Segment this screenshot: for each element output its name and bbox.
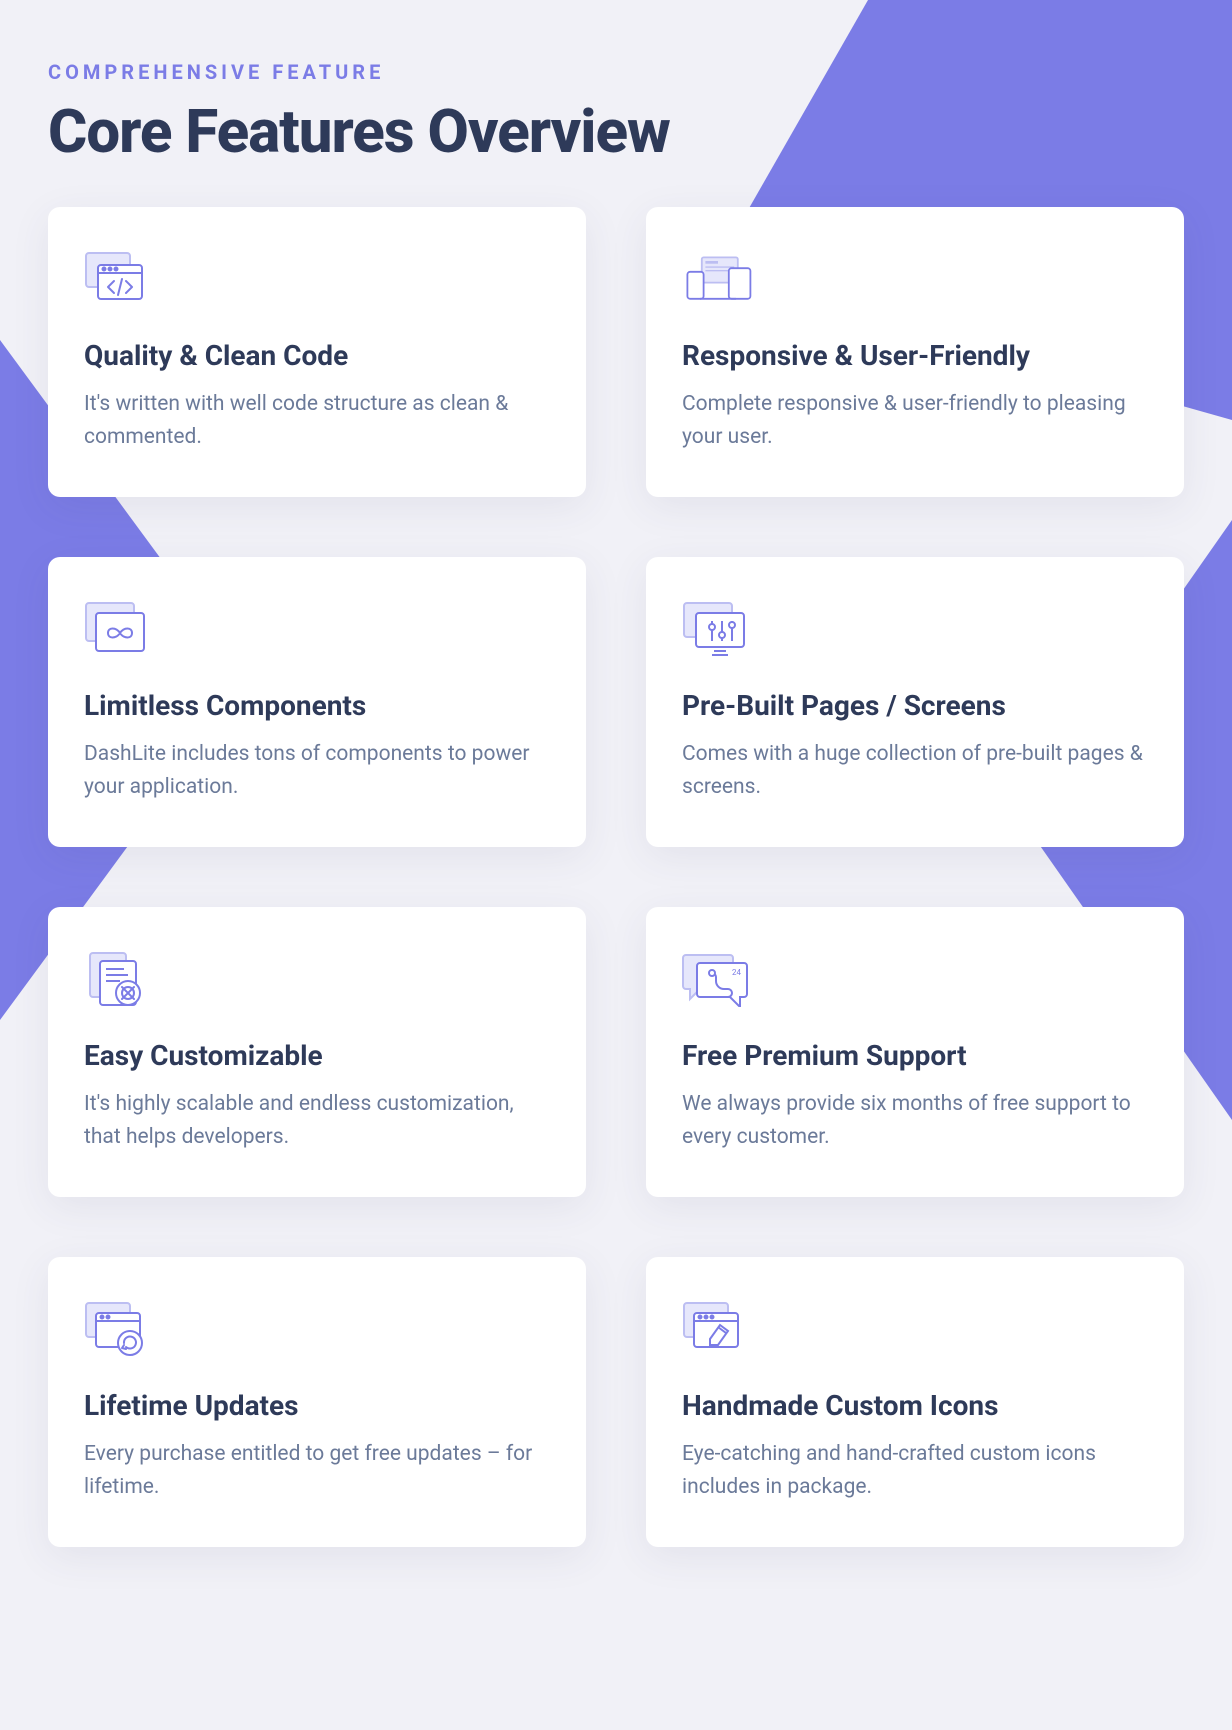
feature-title: Easy Customizable — [84, 1039, 550, 1072]
content: COMPREHENSIVE FEATURE Core Features Over… — [0, 0, 1232, 1595]
feature-title: Free Premium Support — [682, 1039, 1148, 1072]
code-window-icon — [84, 247, 550, 311]
feature-card: Quality & Clean Code It's written with w… — [48, 207, 586, 497]
feature-desc: Eye-catching and hand-crafted custom ico… — [682, 1438, 1148, 1503]
responsive-icon — [682, 247, 1148, 311]
feature-title: Lifetime Updates — [84, 1389, 550, 1422]
feature-desc: We always provide six months of free sup… — [682, 1088, 1148, 1153]
feature-title: Limitless Components — [84, 689, 550, 722]
refresh-icon — [84, 1297, 550, 1361]
infinity-icon — [84, 597, 550, 661]
svg-text:24: 24 — [732, 968, 741, 977]
feature-desc: It's written with well code structure as… — [84, 388, 550, 453]
pen-icon — [682, 1297, 1148, 1361]
feature-desc: Every purchase entitled to get free upda… — [84, 1438, 550, 1503]
customize-icon — [84, 947, 550, 1011]
feature-card: Responsive & User-Friendly Complete resp… — [646, 207, 1184, 497]
feature-card: Limitless Components DashLite includes t… — [48, 557, 586, 847]
section-title: Core Features Overview — [48, 96, 1184, 167]
feature-desc: Comes with a huge collection of pre-buil… — [682, 738, 1148, 803]
feature-card: Handmade Custom Icons Eye-catching and h… — [646, 1257, 1184, 1547]
feature-desc: DashLite includes tons of components to … — [84, 738, 550, 803]
feature-card: 24 Free Premium Support We always provid… — [646, 907, 1184, 1197]
feature-title: Handmade Custom Icons — [682, 1389, 1148, 1422]
feature-card: Lifetime Updates Every purchase entitled… — [48, 1257, 586, 1547]
section-eyebrow: COMPREHENSIVE FEATURE — [48, 60, 1184, 84]
feature-title: Quality & Clean Code — [84, 339, 550, 372]
feature-title: Pre-Built Pages / Screens — [682, 689, 1148, 722]
sliders-icon — [682, 597, 1148, 661]
feature-desc: Complete responsive & user-friendly to p… — [682, 388, 1148, 453]
feature-title: Responsive & User-Friendly — [682, 339, 1148, 372]
feature-desc: It's highly scalable and endless customi… — [84, 1088, 550, 1153]
feature-card: Pre-Built Pages / Screens Comes with a h… — [646, 557, 1184, 847]
feature-grid: Quality & Clean Code It's written with w… — [48, 207, 1184, 1547]
feature-card: Easy Customizable It's highly scalable a… — [48, 907, 586, 1197]
support-icon: 24 — [682, 947, 1148, 1011]
